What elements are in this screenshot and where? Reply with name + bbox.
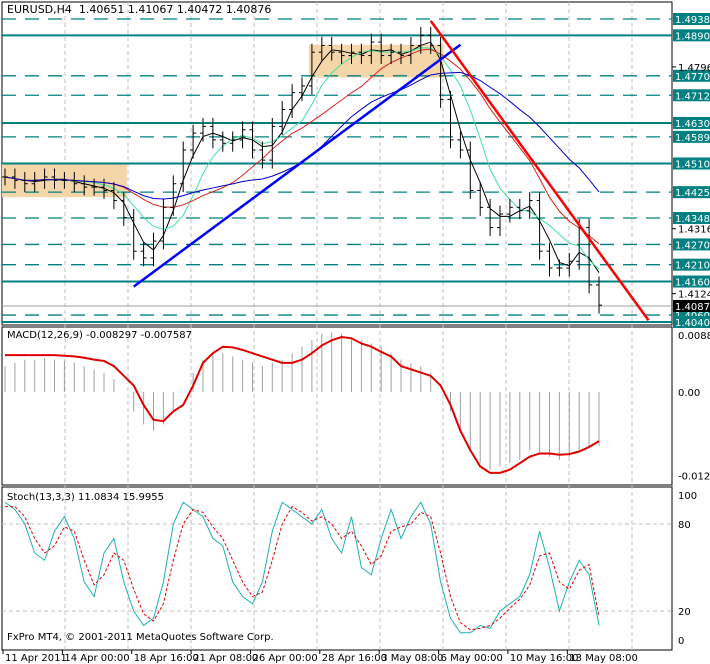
open-value: 1.40651 xyxy=(78,3,125,16)
time-label: 3 May 08:00 xyxy=(381,653,443,664)
chart-header: EURUSD,H4 1.40651 1.41067 1.40472 1.4087… xyxy=(7,3,271,16)
stoch-label: Stoch(13,3,3) 11.0834 15.9955 xyxy=(7,492,164,503)
level-label: 1.45890 xyxy=(675,133,710,144)
stoch-tick-label: 20 xyxy=(678,607,691,618)
macd-value: -0.008297 xyxy=(86,330,138,341)
trading-chart-window[interactable]: 1.493841.489001.477001.471231.463021.458… xyxy=(0,0,710,664)
price-tick-label: 1.47965 xyxy=(678,63,710,74)
level-label: 1.42100 xyxy=(675,261,710,272)
panel-border xyxy=(1,326,673,486)
stoch-main-value: 11.0834 xyxy=(78,492,120,503)
macd-label: MACD(12,26,9) -0.008297 -0.007587 xyxy=(7,330,192,341)
stoch-tick-label: 100 xyxy=(678,491,697,502)
level-label: 1.48900 xyxy=(675,31,710,42)
time-label: 21 Apr 08:00 xyxy=(193,653,258,664)
time-label: 10 May 16:00 xyxy=(510,653,579,664)
stoch-main-line xyxy=(4,501,600,634)
close-value: 1.40876 xyxy=(225,3,272,16)
time-label: 28 Apr 16:00 xyxy=(322,653,387,664)
level-label: 1.45100 xyxy=(675,159,710,170)
time-label: 6 May 00:00 xyxy=(441,653,503,664)
macd-name: MACD(12,26,9) xyxy=(7,330,83,341)
time-label: 11 Apr 2011 xyxy=(5,653,67,664)
time-label: 13 May 08:00 xyxy=(569,653,638,664)
macd-tick-label: -0.01288 xyxy=(678,471,710,482)
stoch-signal-value: 15.9955 xyxy=(122,492,164,503)
time-label: 26 Apr 00:00 xyxy=(253,653,318,664)
level-label: 1.40400 xyxy=(675,318,710,329)
moving-average-line xyxy=(4,41,600,273)
level-label: 1.49384 xyxy=(675,15,710,26)
panel-border xyxy=(1,486,673,651)
current-price-label: 1.40876 xyxy=(675,302,710,313)
level-label: 1.41600 xyxy=(675,278,710,289)
level-label: 1.46302 xyxy=(675,119,710,130)
price-tick-label: 1.41240 xyxy=(678,290,710,301)
time-label: 14 Apr 00:00 xyxy=(64,653,129,664)
macd-tick-label: 0.00881 xyxy=(678,331,710,342)
level-label: 1.47123 xyxy=(675,91,710,102)
price-tick-label: 1.43165 xyxy=(678,225,710,236)
high-value: 1.41067 xyxy=(127,3,174,16)
low-value: 1.40472 xyxy=(176,3,223,16)
trendline-red xyxy=(429,20,650,322)
macd-tick-label: 0.00 xyxy=(678,388,700,399)
level-label: 1.44250 xyxy=(675,188,710,199)
stoch-name: Stoch(13,3,3) xyxy=(7,492,75,503)
time-label: 18 Apr 16:00 xyxy=(134,653,199,664)
level-label: 1.42700 xyxy=(675,240,710,251)
stoch-tick-label: 0 xyxy=(678,636,684,647)
stoch-tick-label: 80 xyxy=(678,520,691,531)
level-label: 1.43483 xyxy=(675,214,710,225)
copyright: FxPro MT4, © 2001-2011 MetaQuotes Softwa… xyxy=(7,632,274,643)
macd-signal-value: -0.007587 xyxy=(140,330,192,341)
symbol-label: EURUSD,H4 xyxy=(7,3,72,16)
